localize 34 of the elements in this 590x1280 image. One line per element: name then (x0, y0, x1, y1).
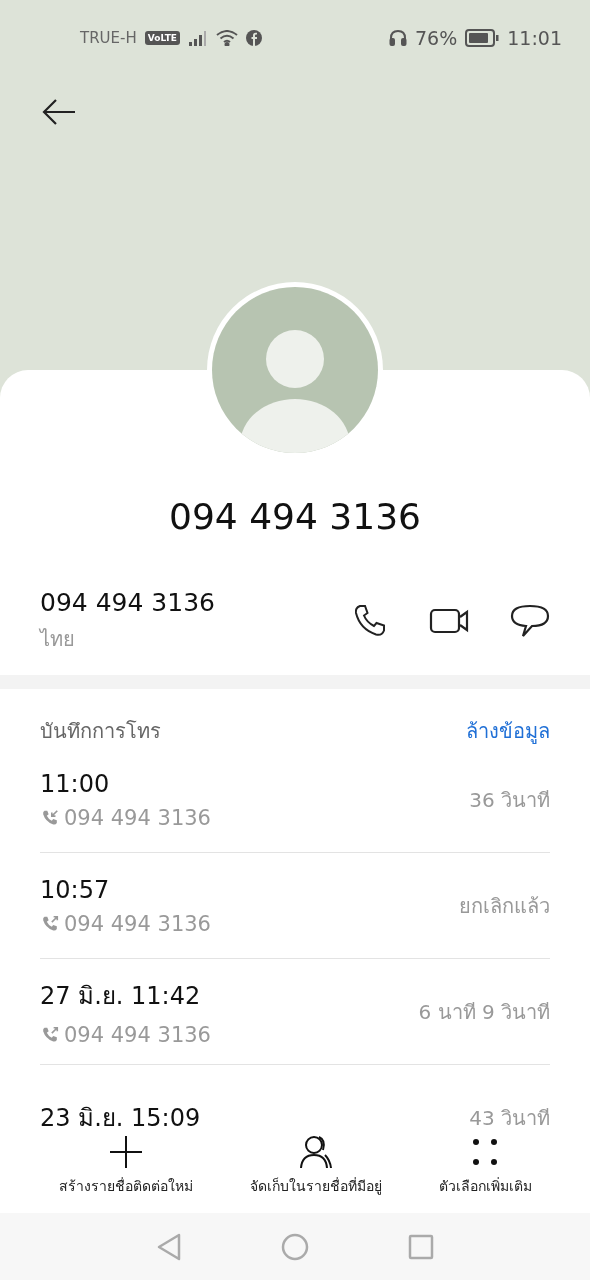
number-location: ไทย (40, 625, 76, 653)
call-time: 23 มิ.ย. 15:09 (40, 1103, 202, 1134)
incoming-call-icon (40, 807, 60, 828)
action-button[interactable]: สร้างรายชื่อติดต่อใหม่ (58, 1135, 193, 1213)
call-number: 094 494 3136 (64, 911, 211, 936)
section-title: บันทึกการโทร (40, 718, 161, 745)
phone-number: 094 494 3136 (40, 587, 216, 617)
plus-icon (107, 1135, 144, 1169)
back-arrow-icon (41, 97, 77, 127)
social-app-icon (245, 29, 262, 46)
call-time: 11:00 (40, 769, 111, 798)
call-time: 10:57 (40, 875, 111, 904)
call-number: 094 494 3136 (64, 1023, 211, 1047)
call-duration: 6 นาที 9 วินาที (418, 998, 550, 1026)
action-button[interactable]: จัดเก็บในรายชื่อที่มีอยู่ (249, 1135, 382, 1213)
headphones-icon (389, 28, 407, 47)
carrier-name: TRUE-H (80, 28, 137, 47)
battery-percent: 76% (415, 26, 458, 49)
signal-icon (187, 29, 208, 46)
wifi-icon (215, 29, 238, 46)
contact-name: 094 494 3136 (168, 496, 422, 537)
action-button[interactable]: ตัวเลือกเพิ่มเติม (438, 1135, 532, 1213)
outgoing-call-icon (40, 1025, 60, 1045)
clear-link[interactable]: ล้างข้อมูล (466, 715, 550, 747)
person-icon (297, 1135, 334, 1169)
call-duration: 43 วินาที (469, 1104, 550, 1132)
call-time: 27 มิ.ย. 11:42 (40, 981, 202, 1012)
call-number: 094 494 3136 (64, 805, 211, 830)
call-duration: 36 วินาที (469, 786, 550, 814)
outgoing-call-icon (40, 913, 60, 934)
network-badge: VoLTE (144, 30, 180, 45)
call-duration: ยกเลิกแล้ว (459, 892, 550, 920)
clock-time: 11:01 (507, 26, 562, 49)
battery-icon (465, 28, 500, 47)
